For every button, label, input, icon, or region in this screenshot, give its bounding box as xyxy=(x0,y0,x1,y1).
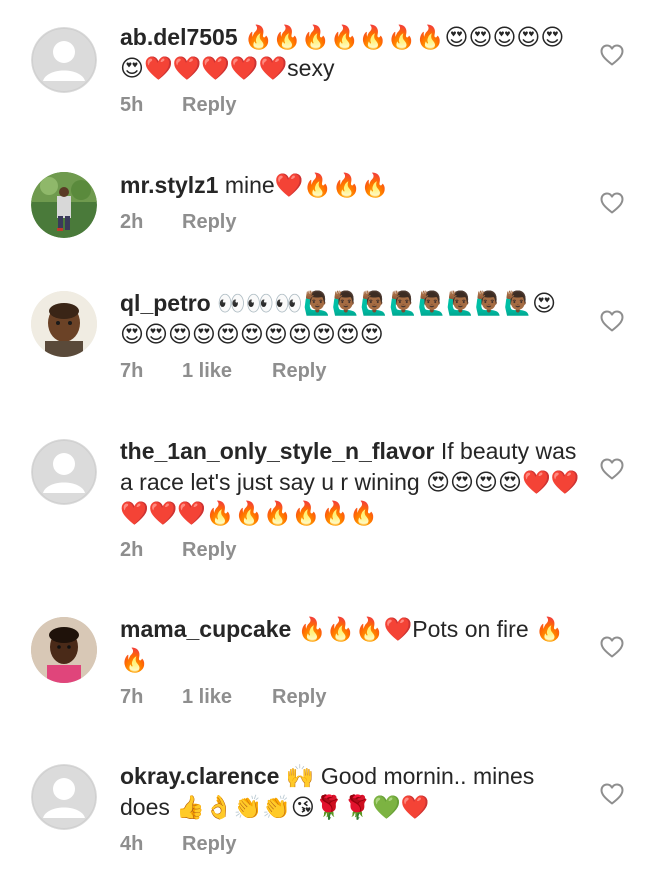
comment-meta: 7h 1 like Reply xyxy=(120,684,580,710)
user-photo xyxy=(31,291,97,357)
likes-count[interactable]: 1 like xyxy=(182,684,272,710)
username-link[interactable]: the_1an_only_style_n_flavor xyxy=(120,438,434,464)
comment-meta: 5h Reply xyxy=(120,92,580,118)
username-link[interactable]: ql_petro xyxy=(120,290,211,316)
comment-text: ql_petro 👀👀👀🙋🏾‍♂️🙋🏾‍♂️🙋🏾‍♂️🙋🏾‍♂️🙋🏾‍♂️🙋🏾‍… xyxy=(120,288,580,350)
comment-message: mine❤️🔥🔥🔥 xyxy=(218,172,390,198)
timestamp: 2h xyxy=(120,539,144,561)
avatar[interactable] xyxy=(31,291,97,357)
user-photo xyxy=(31,172,97,238)
timestamp: 7h xyxy=(120,686,144,708)
like-heart-icon[interactable] xyxy=(600,458,624,480)
reply-button[interactable]: Reply xyxy=(182,537,236,563)
avatar[interactable] xyxy=(31,439,97,505)
comment-text: the_1an_only_style_n_flavor If beauty wa… xyxy=(120,436,580,529)
username-link[interactable]: okray.clarence xyxy=(120,763,279,789)
like-heart-icon[interactable] xyxy=(600,44,624,66)
avatar[interactable] xyxy=(31,27,97,93)
reply-button[interactable]: Reply xyxy=(182,209,236,235)
username-link[interactable]: mr.stylz1 xyxy=(120,172,218,198)
default-avatar-icon xyxy=(31,439,97,505)
timestamp: 5h xyxy=(120,94,144,116)
reply-button[interactable]: Reply xyxy=(272,684,326,710)
avatar[interactable] xyxy=(31,617,97,683)
default-avatar-icon xyxy=(31,764,97,830)
likes-count[interactable]: 1 like xyxy=(182,358,272,384)
username-link[interactable]: ab.del7505 xyxy=(120,24,238,50)
timestamp: 2h xyxy=(120,211,144,233)
avatar[interactable] xyxy=(31,172,97,238)
like-heart-icon[interactable] xyxy=(600,192,624,214)
like-heart-icon[interactable] xyxy=(600,783,624,805)
comment-text: mama_cupcake 🔥🔥🔥❤️Pots on fire 🔥🔥 xyxy=(120,614,580,676)
comment-text: ab.del7505 🔥🔥🔥🔥🔥🔥🔥😍😍😍😍😍😍❤️❤️❤️❤️❤️sexy xyxy=(120,22,580,84)
reply-button[interactable]: Reply xyxy=(272,358,326,384)
reply-button[interactable]: Reply xyxy=(182,831,236,857)
comment-text: mr.stylz1 mine❤️🔥🔥🔥 xyxy=(120,170,580,201)
comment-text: okray.clarence 🙌 Good mornin.. mines doe… xyxy=(120,761,580,823)
reply-button[interactable]: Reply xyxy=(182,92,236,118)
comment-meta: 4h Reply xyxy=(120,831,580,857)
comment-meta: 7h 1 like Reply xyxy=(120,358,580,384)
avatar[interactable] xyxy=(31,764,97,830)
timestamp: 7h xyxy=(120,360,144,382)
user-photo xyxy=(31,617,97,683)
like-heart-icon[interactable] xyxy=(600,310,624,332)
comment-meta: 2h Reply xyxy=(120,537,580,563)
like-heart-icon[interactable] xyxy=(600,636,624,658)
default-avatar-icon xyxy=(31,27,97,93)
timestamp: 4h xyxy=(120,833,144,855)
comment-meta: 2h Reply xyxy=(120,209,580,235)
username-link[interactable]: mama_cupcake xyxy=(120,616,291,642)
